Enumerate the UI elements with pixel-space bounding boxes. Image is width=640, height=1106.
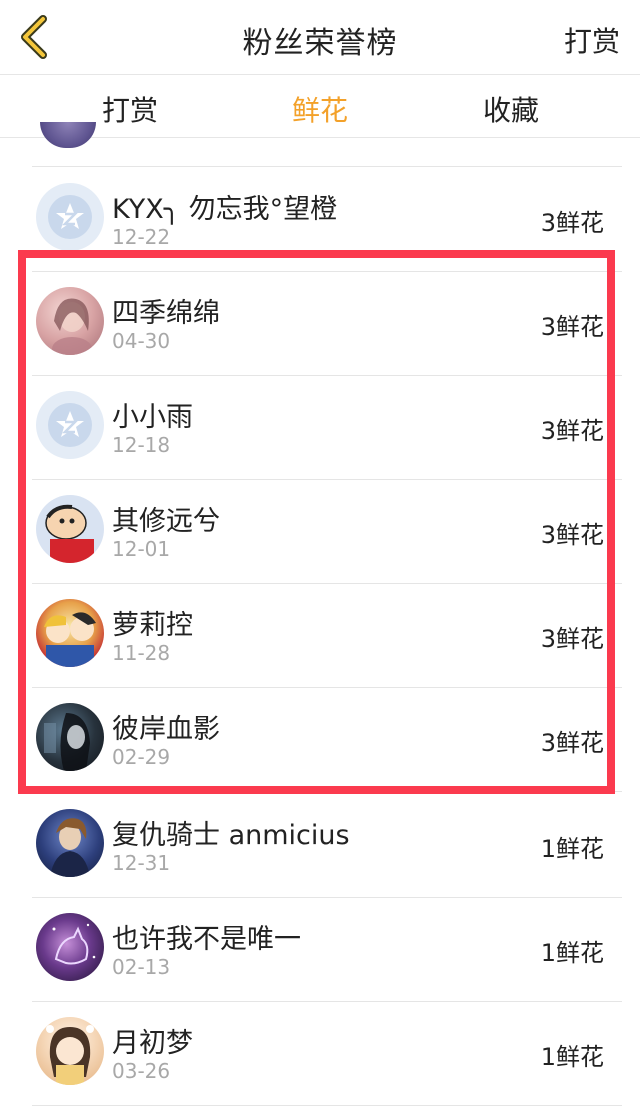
flower-count: 3鲜花	[540, 313, 604, 341]
qq-default-avatar-icon	[48, 403, 92, 447]
flower-count: 3鲜花	[540, 209, 604, 237]
flower-count: 3鲜花	[540, 625, 604, 653]
girl-photo-avatar-icon	[52, 298, 92, 355]
fan-date: 12-18	[112, 433, 171, 457]
galaxy-cat-avatar-icon	[52, 923, 96, 965]
flower-count: 3鲜花	[540, 417, 604, 445]
fan-name: 四季绵绵	[112, 298, 220, 329]
chibi-girl-avatar-icon	[46, 1025, 94, 1085]
avatar	[36, 391, 104, 459]
list-item[interactable]: 也许我不是唯一 02-13 1鲜花	[32, 897, 622, 1002]
fan-date: 02-13	[112, 955, 171, 979]
avatar	[40, 122, 96, 148]
fans-honor-page: { "header": { "title": "粉丝荣誉榜", "right_a…	[0, 0, 640, 1106]
fan-name: KYX╮ 勿忘我°望橙	[112, 194, 338, 225]
fan-date: 11-28	[112, 641, 171, 665]
fan-name: 其修远兮	[112, 506, 220, 537]
avatar	[36, 809, 104, 877]
fan-name: 也许我不是唯一	[112, 924, 301, 955]
flower-count: 3鲜花	[540, 729, 604, 757]
avatar	[36, 599, 104, 667]
fan-name: 彼岸血影	[112, 714, 220, 745]
flower-count: 1鲜花	[540, 835, 604, 863]
fan-date: 12-31	[112, 851, 171, 875]
avatar	[36, 183, 104, 251]
fan-date: 02-29	[112, 745, 171, 769]
fan-date: 12-22	[112, 225, 171, 249]
fan-name: 萝莉控	[112, 610, 193, 641]
knight-anime-avatar-icon	[50, 818, 90, 877]
fan-date: 03-26	[112, 1059, 171, 1083]
flower-count: 1鲜花	[540, 939, 604, 967]
fan-date: 04-30	[112, 329, 171, 353]
avatar	[36, 287, 104, 355]
dark-anime-avatar-icon	[44, 713, 90, 771]
list-item[interactable]: 萝莉控 11-28 3鲜花	[32, 583, 622, 688]
avatar	[36, 703, 104, 771]
flower-count: 1鲜花	[540, 1043, 604, 1071]
list-item[interactable]: 小小雨 12-18 3鲜花	[32, 375, 622, 480]
list-item[interactable]: 四季绵绵 04-30 3鲜花	[32, 271, 622, 376]
avatar	[36, 913, 104, 981]
avatar	[36, 1017, 104, 1085]
list-item[interactable]: KYX╮ 勿忘我°望橙 12-22 3鲜花	[32, 167, 622, 272]
fan-name: 小小雨	[112, 402, 193, 433]
list-item[interactable]: 彼岸血影 02-29 3鲜花	[32, 687, 622, 792]
qq-default-avatar-icon	[48, 195, 92, 239]
list-item[interactable]: 其修远兮 12-01 3鲜花	[32, 479, 622, 584]
fan-date: 12-01	[112, 537, 171, 561]
fan-name: 月初梦	[112, 1028, 193, 1059]
fans-list: KYX╮ 勿忘我°望橙 12-22 3鲜花 四季绵绵 04-30 3鲜花 小小雨…	[0, 0, 640, 1106]
list-item[interactable]: 复仇骑士 anmicius 12-31 1鲜花	[32, 793, 622, 898]
fan-name: 复仇骑士 anmicius	[112, 820, 350, 851]
list-item[interactable]: 月初梦 03-26 1鲜花	[32, 1001, 622, 1106]
avatar	[36, 495, 104, 563]
crayon-shinchan-avatar-icon	[45, 504, 94, 563]
anime-girls-avatar-icon	[44, 612, 96, 667]
flower-count: 3鲜花	[540, 521, 604, 549]
